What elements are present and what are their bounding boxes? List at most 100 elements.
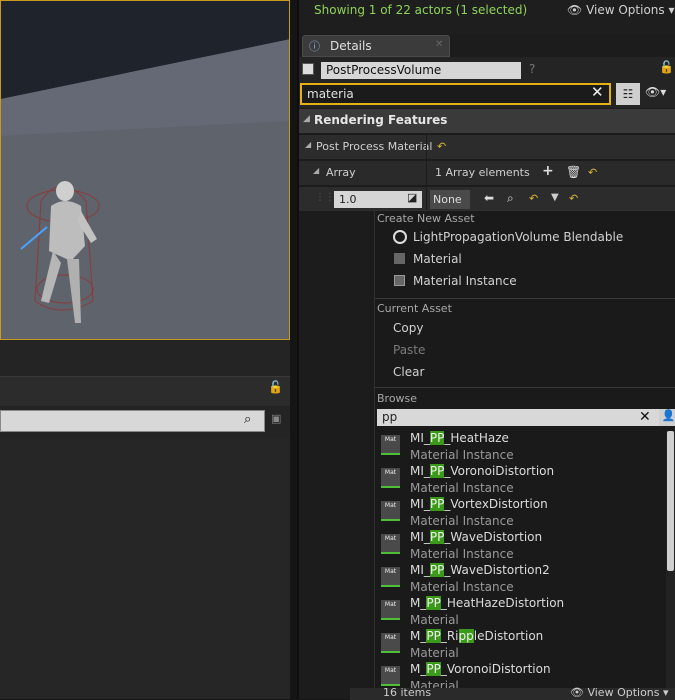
asset-name-suffix: _HeatHazeDistortion: [440, 596, 565, 610]
search-match-highlight: PP: [429, 431, 445, 445]
property-matrix-icon[interactable]: ☷: [616, 83, 640, 105]
column-divider: [426, 135, 427, 159]
asset-list-item[interactable]: Mat MI_PP_VoronoiDistortion Material Insta…: [375, 464, 665, 497]
asset-name: M_PP_VoronoiDistortion: [410, 662, 551, 676]
expand-arrow-icon[interactable]: ◢: [305, 140, 311, 149]
lock-icon[interactable]: 🔓: [659, 60, 674, 74]
array-count: 1 Array elements: [435, 166, 530, 179]
add-element-icon[interactable]: +: [542, 163, 554, 179]
view-options-button[interactable]: 👁 View Options ▾: [567, 3, 675, 17]
tab-details[interactable]: ⓘ Details ✕: [302, 35, 450, 57]
clear-search-icon[interactable]: ✕: [591, 83, 604, 101]
asset-name-prefix: M_: [410, 662, 427, 676]
details-panel: Showing 1 of 22 actors (1 selected) 👁 Vi…: [297, 0, 675, 700]
search-row: materia ✕ ☷ 👁▾: [299, 82, 675, 108]
material-thumbnail-icon: Mat: [381, 468, 400, 488]
asset-name-suffix: _VortexDistortion: [444, 497, 548, 511]
search-icon[interactable]: ⌕: [244, 412, 251, 427]
asset-type: Material: [410, 646, 459, 660]
divider: [375, 387, 675, 388]
expand-arrow-icon: ◢: [303, 114, 310, 124]
expand-arrow-icon[interactable]: ◢: [313, 166, 319, 175]
asset-name-prefix: MI_: [410, 497, 430, 511]
asset-name-suffix: _WaveDistortion2: [444, 563, 550, 577]
material-thumbnail-icon: Mat: [381, 501, 400, 521]
drag-handle-icon[interactable]: ⋮⋮: [315, 192, 335, 203]
asset-name: MI_PP_WaveDistortion2: [410, 563, 550, 577]
array-element-row: ⋮⋮ 1.0 ◪ None ▾ ⬅ ⌕ ↶ ▼ ↶: [299, 187, 675, 225]
menu-item-label: Material: [413, 252, 462, 266]
asset-name: MI_PP_WaveDistortion: [410, 530, 542, 544]
lock-icon[interactable]: 🔓: [268, 380, 283, 394]
asset-type: Material Instance: [410, 481, 514, 495]
array-row: ◢ Array 1 Array elements + 🗑 ↶: [299, 161, 675, 185]
use-selected-icon[interactable]: ⬅: [484, 191, 494, 205]
scrollbar-thumb[interactable]: [667, 431, 674, 571]
category-title: Rendering Features: [314, 113, 448, 127]
search-match-highlight: PP: [426, 662, 441, 676]
asset-picker-menu: Create New Asset LightPropagationVolume …: [350, 210, 675, 700]
reset-to-default-icon[interactable]: ↶: [588, 166, 597, 179]
menu-item-paste[interactable]: Paste: [393, 343, 425, 357]
asset-search-input[interactable]: pp: [377, 409, 659, 426]
column-divider: [426, 161, 427, 185]
filter-user-icon[interactable]: 👤: [659, 409, 675, 426]
asset-name-prefix: M_: [410, 596, 427, 610]
asset-name: M_PP_RippleDistortion: [410, 629, 543, 643]
save-search-icon[interactable]: ▣: [271, 412, 281, 425]
browse-icon[interactable]: ⌕: [507, 191, 514, 206]
asset-list[interactable]: Mat MI_PP_HeatHaze Material Instance Mat MI_…: [375, 431, 665, 696]
actor-count-status: Showing 1 of 22 actors (1 selected): [314, 3, 528, 17]
asset-list-item[interactable]: Mat MI_PP_WaveDistortion2 Material Instanc…: [375, 563, 665, 596]
asset-type: Material Instance: [410, 547, 514, 561]
reset-to-default-icon[interactable]: ↶: [529, 192, 538, 205]
view-options-button[interactable]: 👁 View Options ▾: [570, 686, 669, 699]
asset-name-prefix: M_: [410, 629, 427, 643]
asset-list-item[interactable]: Mat MI_PP_HeatHaze Material Instance: [375, 431, 665, 464]
asset-list-item[interactable]: Mat MI_PP_VortexDistortion Material Instan…: [375, 497, 665, 530]
asset-list-item[interactable]: Mat MI_PP_WaveDistortion Material Instance: [375, 530, 665, 563]
asset-name-prefix: MI_: [410, 464, 430, 478]
actor-name-field[interactable]: PostProcessVolume: [321, 62, 521, 79]
menu-item-clear[interactable]: Clear: [393, 365, 424, 379]
search-match-highlight: PP: [429, 563, 445, 577]
eye-icon: 👁: [567, 3, 583, 17]
details-search-input[interactable]: materia: [300, 83, 611, 105]
menu-item-copy[interactable]: Copy: [393, 321, 423, 335]
category-rendering-features[interactable]: ◢ Rendering Features: [299, 109, 675, 133]
help-icon[interactable]: ?: [529, 62, 535, 76]
outliner-footer: Showing 1 of 22 actors (1 selected) 👁 Vi…: [299, 0, 675, 34]
asset-list-item[interactable]: Mat M_PP_RippleDistortion Material: [375, 629, 665, 662]
viewport-scene: [1, 1, 289, 339]
asset-list-item[interactable]: Mat M_PP_HeatHazeDistortion Material: [375, 596, 665, 629]
level-viewport[interactable]: [0, 0, 290, 340]
asset-name-prefix: MI_: [410, 431, 430, 445]
asset-name-suffix: _HeatHaze: [444, 431, 509, 445]
trash-icon[interactable]: 🗑: [566, 165, 581, 179]
search-match-highlight: PP: [429, 497, 445, 511]
material-thumbnail-icon: Mat: [381, 567, 400, 587]
weight-picker-icon[interactable]: ◪: [407, 191, 417, 204]
menu-item-lpv-blendable[interactable]: LightPropagationVolume Blendable: [375, 228, 675, 250]
eye-icon[interactable]: 👁▾: [645, 85, 666, 99]
close-icon[interactable]: ✕: [435, 39, 443, 50]
material-thumbnail-icon: Mat: [381, 534, 400, 554]
material-instance-icon: [394, 275, 405, 286]
panel-body: [0, 438, 290, 699]
clear-search-icon[interactable]: ✕: [639, 409, 651, 425]
item-count: 16 items: [383, 686, 432, 699]
reset-to-default-icon[interactable]: ↶: [437, 140, 446, 153]
tab-label: Details: [330, 39, 372, 53]
column-divider: [426, 187, 427, 211]
chevron-down-icon[interactable]: ▼: [551, 192, 559, 203]
asset-combo-button[interactable]: None ▾: [430, 190, 470, 225]
asset-name: MI_PP_VoronoiDistortion: [410, 464, 554, 478]
menu-item-material-instance[interactable]: Material Instance: [375, 272, 675, 294]
divider: [375, 298, 675, 299]
menu-item-material[interactable]: Material: [375, 250, 675, 272]
eye-icon: 👁: [570, 686, 584, 699]
panel-search-input[interactable]: [0, 410, 265, 432]
asset-type: Material Instance: [410, 580, 514, 594]
picker-footer: 16 items 👁 View Options ▾: [350, 686, 675, 700]
reset-to-default-icon[interactable]: ↶: [569, 192, 578, 205]
